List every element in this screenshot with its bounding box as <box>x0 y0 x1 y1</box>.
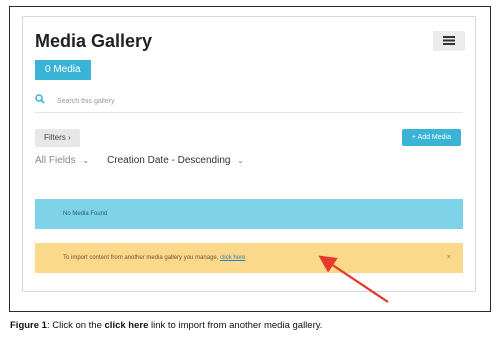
field-filter-dropdown[interactable]: All Fields ⌄ <box>35 155 89 166</box>
media-gallery-card: Media Gallery 0 Media Filters <box>22 16 476 292</box>
figure-caption: Figure 1: Click on the click here link t… <box>10 320 322 331</box>
filters-label: Filters <box>44 133 66 142</box>
figure-frame: Media Gallery 0 Media Filters <box>9 6 491 312</box>
close-icon[interactable]: × <box>447 243 451 273</box>
caption-text-before: : Click on the <box>46 320 105 331</box>
chevron-down-icon: ⌄ <box>82 156 90 165</box>
field-filter-label: All Fields <box>35 155 76 166</box>
media-count-badge[interactable]: 0 Media <box>35 60 91 80</box>
sort-order-label: Creation Date - Descending <box>107 155 231 166</box>
sort-order-dropdown[interactable]: Creation Date - Descending ⌄ <box>107 155 244 166</box>
gallery-menu-button[interactable] <box>433 31 465 51</box>
search-icon <box>35 94 49 108</box>
caption-bold-text: click here <box>104 320 149 331</box>
no-media-notice: No Media Found <box>35 199 463 229</box>
add-media-button[interactable]: + Add Media <box>401 129 461 146</box>
list-icon <box>443 32 455 50</box>
search-input[interactable] <box>57 97 437 105</box>
import-notice: To import content from another media gal… <box>35 243 463 273</box>
import-notice-text: To import content from another media gal… <box>63 255 221 261</box>
click-here-link[interactable]: click here <box>220 255 245 261</box>
search-bar <box>35 90 463 113</box>
chevron-down-icon: ⌄ <box>237 156 244 165</box>
page-title: Media Gallery <box>35 31 153 51</box>
caption-text-after: link to import from another media galler… <box>148 320 323 331</box>
filters-button[interactable]: Filters › <box>35 129 80 147</box>
figure-label: Figure 1 <box>10 320 47 331</box>
chevron-right-icon: › <box>68 133 71 142</box>
sort-controls: All Fields ⌄ Creation Date - Descending … <box>35 155 244 166</box>
